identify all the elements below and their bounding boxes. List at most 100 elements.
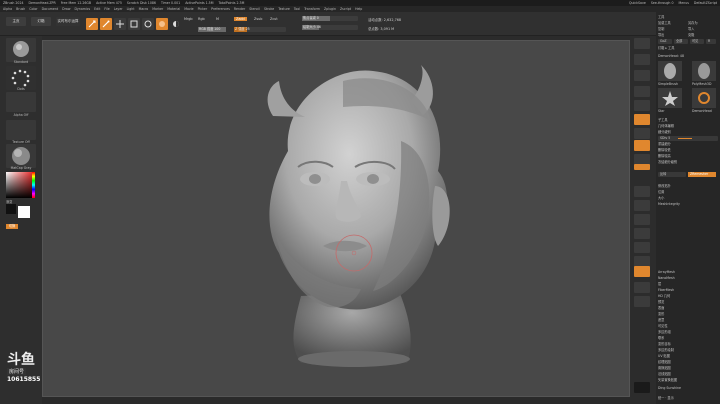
menus-button[interactable]: Menus xyxy=(679,1,689,5)
lightbox-button[interactable]: 灯箱 xyxy=(31,17,51,26)
sdiv-slider[interactable]: SDiv 5 xyxy=(658,136,718,141)
focal-shift-slider[interactable]: 焦点衰减 0 xyxy=(302,16,358,21)
section-polygroups[interactable]: 多边形组 xyxy=(658,330,718,335)
zremesher-button[interactable]: ZRemesher xyxy=(688,172,716,177)
alpha-picker[interactable] xyxy=(6,92,36,112)
color-mode-button[interactable] xyxy=(170,18,182,30)
lightbox-tool-link[interactable]: 灯箱 ▸ 工具 xyxy=(658,46,718,51)
zoom3d-button[interactable] xyxy=(634,214,650,225)
quicksave-button[interactable]: QuickSave xyxy=(629,1,646,5)
zcut-toggle[interactable]: Zcut xyxy=(270,17,278,21)
menu-transform[interactable]: Transform xyxy=(304,7,320,11)
edit-button[interactable] xyxy=(86,18,98,30)
rgb-toggle[interactable]: Rgb xyxy=(198,17,205,21)
freeze-subdiv-button[interactable]: 冻结细分级别 xyxy=(658,160,718,165)
section-masking[interactable]: 遮罩 xyxy=(658,318,718,323)
import-tool-button[interactable]: 导入 xyxy=(688,27,716,32)
menu-macro[interactable]: Macro xyxy=(139,7,149,11)
m-toggle[interactable]: M xyxy=(216,17,219,21)
section-visibility[interactable]: 可见性 xyxy=(658,324,718,329)
section-texture-map[interactable]: 纹理贴图 xyxy=(658,360,718,365)
load-tool-button[interactable]: 加载工具 xyxy=(658,21,686,26)
see-through-slider[interactable]: See-through 0 xyxy=(651,1,674,5)
frame-button[interactable] xyxy=(634,186,650,197)
xyz-active-button[interactable] xyxy=(634,164,650,170)
menu-tool[interactable]: Tool xyxy=(294,7,300,11)
section-size[interactable]: 大小 xyxy=(658,196,718,201)
material-picker[interactable] xyxy=(6,144,36,168)
menu-help[interactable]: Help xyxy=(355,7,362,11)
menu-zplugin[interactable]: Zplugin xyxy=(324,7,336,11)
zscript-button[interactable]: DefaultZScript xyxy=(694,1,717,5)
secondary-color-swatch[interactable] xyxy=(6,204,16,214)
hue-strip[interactable] xyxy=(32,172,35,198)
brush-picker[interactable] xyxy=(6,38,36,62)
menu-file[interactable]: File xyxy=(104,7,109,11)
section-surface[interactable]: 表面 xyxy=(658,306,718,311)
rotate-button[interactable] xyxy=(142,18,154,30)
menu-document[interactable]: Document xyxy=(42,7,59,11)
section-subdiv[interactable]: 细分级别 xyxy=(658,130,718,135)
rebuild-subdiv-button[interactable]: 重建细分 xyxy=(658,142,718,147)
move-view-button[interactable] xyxy=(634,200,650,211)
z-intensity-slider[interactable]: Z 强度 25 xyxy=(234,27,286,32)
section-arraymesh[interactable]: ArrayMesh xyxy=(658,270,718,275)
main-color-swatch[interactable] xyxy=(18,206,30,218)
menu-dynamics[interactable]: Dynamics xyxy=(74,7,90,11)
menu-preferences[interactable]: Preferences xyxy=(211,7,230,11)
section-nanomesh[interactable]: NanoMesh xyxy=(658,276,718,281)
live-boolean-button[interactable]: 实时布尔运算 xyxy=(56,17,80,26)
menu-stroke[interactable]: Stroke xyxy=(264,7,274,11)
menu-stencil[interactable]: Stencil xyxy=(249,7,260,11)
zsub-toggle[interactable]: Zsub xyxy=(254,17,262,21)
section-uv-map[interactable]: UV 贴图 xyxy=(658,354,718,359)
local-button[interactable] xyxy=(634,140,650,151)
section-modify-topology[interactable]: 修改拓扑 xyxy=(658,184,718,189)
move-button[interactable] xyxy=(114,18,126,30)
switch-color-button[interactable]: 切换 xyxy=(6,224,18,229)
actual-button[interactable] xyxy=(634,100,650,111)
subtool-thumb-star[interactable] xyxy=(658,88,682,108)
goz-button[interactable]: GoZ xyxy=(658,39,672,44)
menu-movie[interactable]: Movie xyxy=(184,7,193,11)
section-morph-target[interactable]: 变形目标 xyxy=(658,342,718,347)
copy-tool-button[interactable]: 复制 xyxy=(658,27,686,32)
del-higher-button[interactable]: 删除较高 xyxy=(658,154,718,159)
persp-button[interactable] xyxy=(634,114,650,125)
scale-button[interactable] xyxy=(128,18,140,30)
polyf-button[interactable] xyxy=(634,242,650,253)
section-normal-map[interactable]: 法线贴图 xyxy=(658,372,718,377)
menu-layer[interactable]: Layer xyxy=(114,7,123,11)
section-hd-geometry[interactable]: HD 几何 xyxy=(658,294,718,299)
section-fibermesh[interactable]: FiberMesh xyxy=(658,288,718,293)
floor-button[interactable] xyxy=(634,128,650,139)
menu-marker[interactable]: Marker xyxy=(152,7,163,11)
section-polypaint[interactable]: 多边形绘制 xyxy=(658,348,718,353)
section-geometry[interactable]: 几何体编辑 xyxy=(658,124,718,129)
section-vector-displacement[interactable]: 矢量置换贴图 xyxy=(658,378,718,383)
section-position[interactable]: 位置 xyxy=(658,190,718,195)
menu-alpha[interactable]: Alpha xyxy=(3,7,12,11)
save-as-button[interactable]: 另存为 xyxy=(688,21,716,26)
menu-draw[interactable]: Draw xyxy=(62,7,70,11)
export-tool-button[interactable]: 导出 xyxy=(658,33,686,38)
home-button[interactable]: 主页 xyxy=(6,17,26,26)
rgb-intensity-slider[interactable]: RGB 强度 100 xyxy=(198,27,226,32)
spix-button[interactable] xyxy=(634,54,650,65)
draw-size-slider[interactable]: 绘制大小 46 xyxy=(302,25,358,30)
rotate3d-button[interactable] xyxy=(634,228,650,239)
material-toggle-button[interactable] xyxy=(156,18,168,30)
menu-picker[interactable]: Picker xyxy=(198,7,208,11)
menu-zscript[interactable]: Zscript xyxy=(340,7,351,11)
section-contact[interactable]: 联系 xyxy=(658,336,718,341)
color-picker[interactable] xyxy=(6,172,32,198)
bpr-button[interactable] xyxy=(634,38,650,49)
section-subtool[interactable]: 子工具 xyxy=(658,118,718,123)
section-deformation[interactable]: 变形 xyxy=(658,312,718,317)
del-lower-button[interactable]: 删除较低 xyxy=(658,148,718,153)
subtool-thumb-polymesh[interactable] xyxy=(692,61,716,81)
zoom-button[interactable] xyxy=(634,86,650,97)
menu-texture[interactable]: Texture xyxy=(278,7,290,11)
zadd-toggle[interactable]: Zadd xyxy=(234,17,247,21)
section-preview[interactable]: 预览 xyxy=(658,300,718,305)
